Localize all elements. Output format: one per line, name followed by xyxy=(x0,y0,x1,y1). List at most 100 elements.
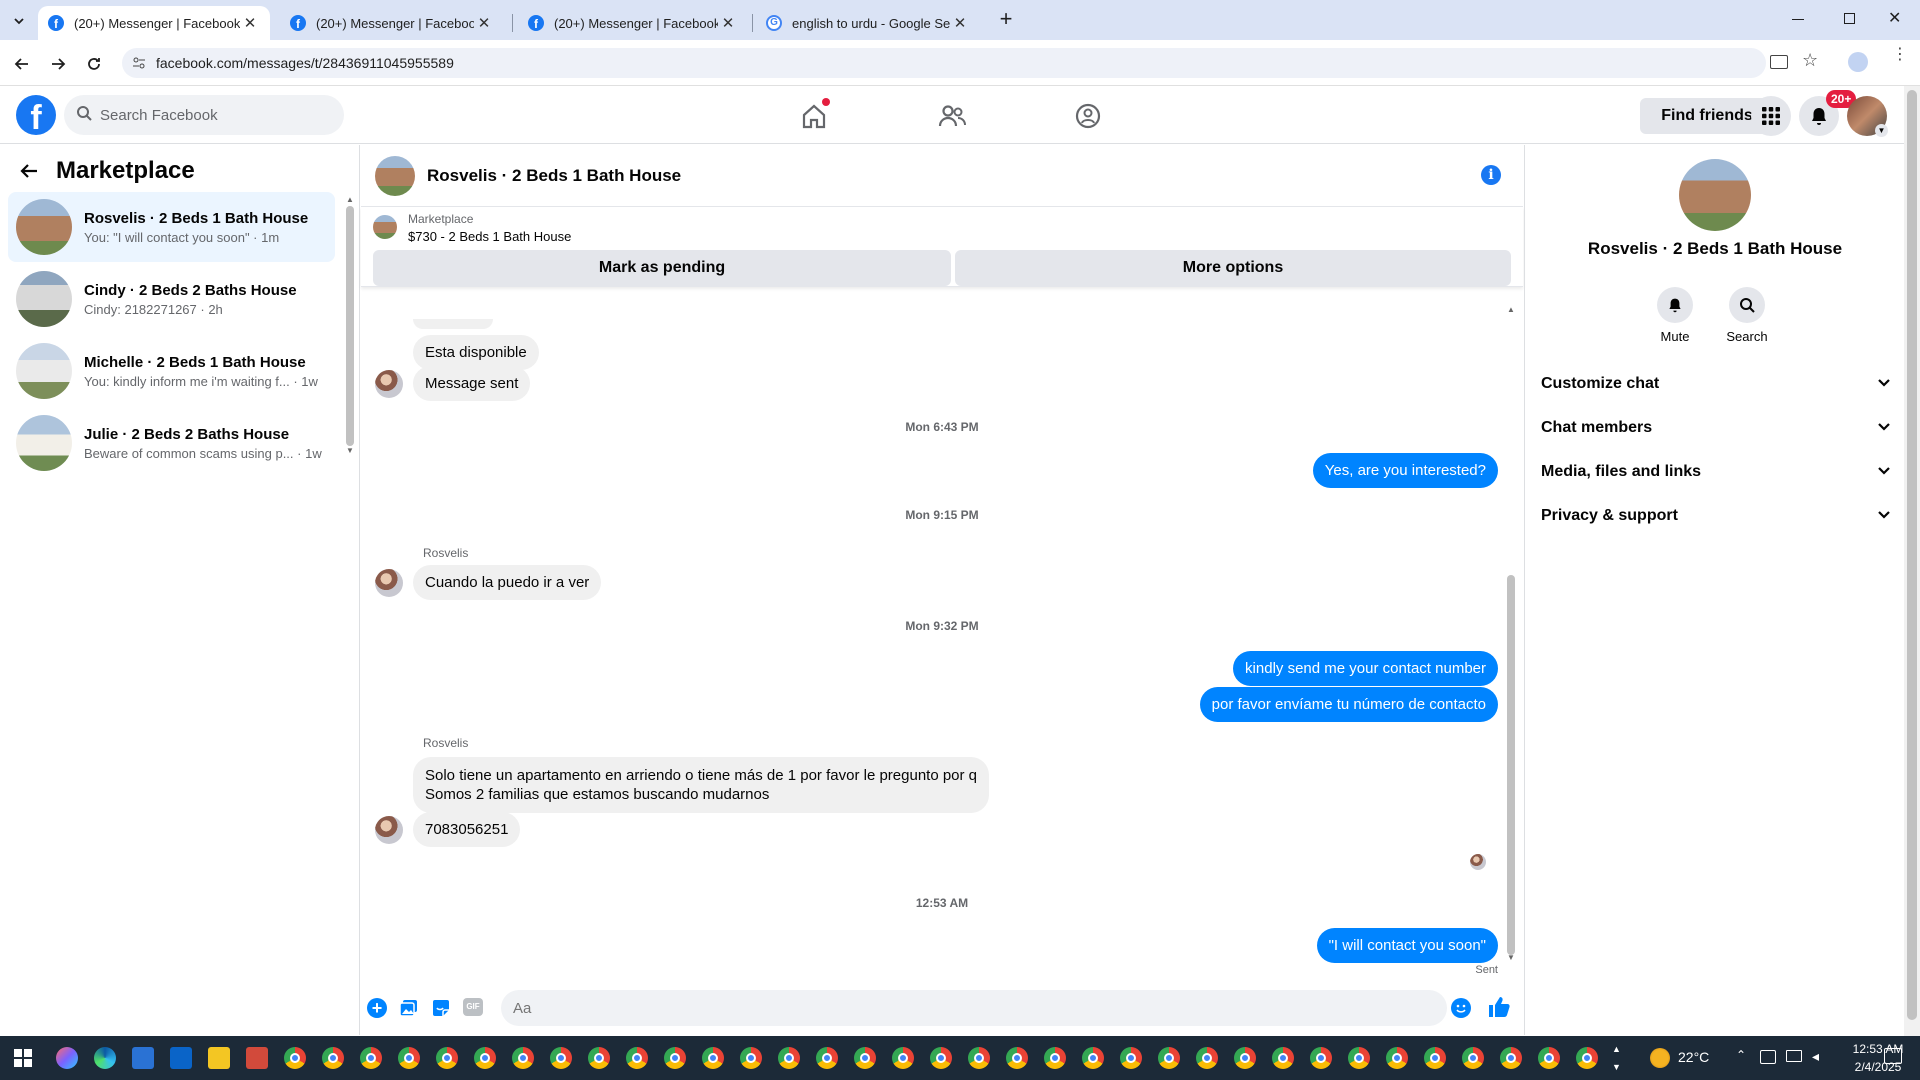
emoji-icon[interactable] xyxy=(1451,998,1471,1018)
chrome-taskbar-icon[interactable] xyxy=(892,1047,914,1069)
listing-profile-picture[interactable] xyxy=(1679,159,1751,231)
facebook-logo[interactable]: f xyxy=(16,95,56,135)
display-icon[interactable] xyxy=(1786,1050,1802,1062)
message-bubble-incoming-multiline[interactable]: Solo tiene un apartamento en arriendo o … xyxy=(413,757,990,813)
conversation-item-michelle[interactable]: Michelle · 2 Beds 1 Bath House You: kind… xyxy=(8,336,335,406)
sender-avatar[interactable] xyxy=(375,569,403,597)
chrome-taskbar-icon[interactable] xyxy=(1386,1047,1408,1069)
chrome-taskbar-icon[interactable] xyxy=(968,1047,990,1069)
outlook-icon[interactable] xyxy=(170,1047,192,1069)
chat-title[interactable]: Rosvelis · 2 Beds 1 Bath House xyxy=(427,166,681,186)
gif-icon[interactable]: GIF xyxy=(463,998,483,1016)
chrome-taskbar-icon[interactable] xyxy=(1272,1047,1294,1069)
message-bubble-outgoing[interactable]: Yes, are you interested? xyxy=(1312,453,1498,488)
listing-price-title[interactable]: $730 - 2 Beds 1 Bath House xyxy=(408,229,571,244)
chrome-taskbar-icon[interactable] xyxy=(284,1047,306,1069)
install-app-icon[interactable] xyxy=(1770,55,1788,69)
message-bubble-outgoing[interactable]: por favor envíame tu número de contacto xyxy=(1199,687,1498,722)
network-icon[interactable] xyxy=(1760,1050,1776,1064)
app-icon[interactable] xyxy=(246,1047,268,1069)
chrome-taskbar-icon[interactable] xyxy=(550,1047,572,1069)
groups-icon[interactable] xyxy=(1072,100,1104,132)
chrome-taskbar-icon[interactable] xyxy=(1424,1047,1446,1069)
chrome-taskbar-icon[interactable] xyxy=(740,1047,762,1069)
conversation-item-cindy[interactable]: Cindy · 2 Beds 2 Baths House Cindy: 2182… xyxy=(8,264,335,334)
file-explorer-icon[interactable] xyxy=(208,1047,230,1069)
edge-icon[interactable] xyxy=(94,1047,116,1069)
chrome-taskbar-icon[interactable] xyxy=(512,1047,534,1069)
chrome-taskbar-icon[interactable] xyxy=(436,1047,458,1069)
taskbar-overflow-chevron-icon[interactable]: ▲ ▼ xyxy=(1612,1040,1621,1076)
browser-tab[interactable]: f (20+) Messenger | Facebook ✕ xyxy=(38,6,270,40)
privacy-support-section[interactable]: Privacy & support xyxy=(1541,494,1891,538)
sender-avatar[interactable] xyxy=(375,816,403,844)
home-icon[interactable] xyxy=(798,98,830,132)
chrome-taskbar-icon[interactable] xyxy=(474,1047,496,1069)
attach-photo-icon[interactable] xyxy=(399,998,419,1023)
conversation-info-icon[interactable]: i xyxy=(1481,165,1501,185)
system-tray-chevron-icon[interactable]: ⌃ xyxy=(1736,1048,1746,1062)
mark-as-pending-button[interactable]: Mark as pending xyxy=(373,250,951,286)
start-button-icon[interactable] xyxy=(14,1049,32,1067)
chrome-taskbar-icon[interactable] xyxy=(1006,1047,1028,1069)
chrome-taskbar-icon[interactable] xyxy=(1500,1047,1522,1069)
tab-search-dropdown[interactable] xyxy=(8,10,30,32)
address-bar[interactable]: facebook.com/messages/t/2843691104595558… xyxy=(122,48,1766,78)
message-bubble-incoming[interactable]: Cuando la puedo ir a ver xyxy=(413,565,602,600)
back-icon[interactable] xyxy=(8,50,36,78)
customize-chat-section[interactable]: Customize chat xyxy=(1541,362,1891,406)
message-bubble-outgoing[interactable]: kindly send me your contact number xyxy=(1233,651,1498,686)
browser-tab[interactable]: G english to urdu - Google Search ✕ xyxy=(756,6,980,40)
thumbs-up-icon[interactable] xyxy=(1487,995,1511,1024)
chrome-taskbar-icon[interactable] xyxy=(702,1047,724,1069)
chrome-taskbar-icon[interactable] xyxy=(664,1047,686,1069)
sticker-icon[interactable] xyxy=(431,998,451,1023)
message-bubble-incoming[interactable]: Message sent xyxy=(413,366,531,401)
back-arrow-icon[interactable] xyxy=(20,163,38,184)
chrome-taskbar-icon[interactable] xyxy=(1576,1047,1598,1069)
weather-icon[interactable] xyxy=(1650,1048,1670,1068)
close-window-icon[interactable]: ✕ xyxy=(1888,8,1901,28)
browser-menu-icon[interactable]: ⋮ xyxy=(1892,47,1908,63)
friends-icon[interactable] xyxy=(936,100,968,132)
menu-grid-icon[interactable] xyxy=(1751,96,1791,136)
chrome-taskbar-icon[interactable] xyxy=(1538,1047,1560,1069)
chrome-taskbar-icon[interactable] xyxy=(1234,1047,1256,1069)
more-options-button[interactable]: More options xyxy=(955,250,1511,286)
chat-scrollbar[interactable]: ▲ ▼ xyxy=(1506,305,1516,965)
search-in-conversation-button[interactable]: Search xyxy=(1712,287,1782,344)
message-input[interactable] xyxy=(501,990,1447,1026)
account-avatar[interactable]: ▼ xyxy=(1847,96,1888,137)
restore-window-icon[interactable] xyxy=(1844,13,1855,24)
chrome-taskbar-icon[interactable] xyxy=(1196,1047,1218,1069)
chrome-taskbar-icon[interactable] xyxy=(398,1047,420,1069)
message-bubble-outgoing[interactable]: "I will contact you soon" xyxy=(1316,928,1498,963)
close-tab-icon[interactable]: ✕ xyxy=(474,14,494,32)
chrome-taskbar-icon[interactable] xyxy=(1120,1047,1142,1069)
chrome-taskbar-icon[interactable] xyxy=(816,1047,838,1069)
facebook-search-input[interactable]: Search Facebook xyxy=(64,95,344,135)
mute-button[interactable]: Mute xyxy=(1640,287,1710,344)
browser-tab[interactable]: f (20+) Messenger | Facebook ✕ xyxy=(518,6,748,40)
message-bubble-incoming[interactable]: 7083056251 xyxy=(413,812,521,847)
chrome-taskbar-icon[interactable] xyxy=(1044,1047,1066,1069)
browser-tab[interactable]: f (20+) Messenger | Facebook ✕ xyxy=(280,6,504,40)
sender-avatar[interactable] xyxy=(375,370,403,398)
conversation-list-scrollbar[interactable]: ▲ ▼ xyxy=(346,195,354,465)
chrome-taskbar-icon[interactable] xyxy=(1082,1047,1104,1069)
chrome-taskbar-icon[interactable] xyxy=(930,1047,952,1069)
close-tab-icon[interactable]: ✕ xyxy=(718,14,738,32)
chrome-taskbar-icon[interactable] xyxy=(1310,1047,1332,1069)
chrome-taskbar-icon[interactable] xyxy=(626,1047,648,1069)
reload-icon[interactable] xyxy=(80,50,108,78)
chrome-taskbar-icon[interactable] xyxy=(360,1047,382,1069)
minimize-window-icon[interactable] xyxy=(1792,19,1804,20)
chrome-taskbar-icon[interactable] xyxy=(854,1047,876,1069)
chrome-taskbar-icon[interactable] xyxy=(322,1047,344,1069)
more-actions-plus-icon[interactable]: + xyxy=(367,998,387,1018)
media-files-links-section[interactable]: Media, files and links xyxy=(1541,450,1891,494)
weather-temperature[interactable]: 22°C xyxy=(1678,1049,1709,1065)
chrome-taskbar-icon[interactable] xyxy=(1348,1047,1370,1069)
chrome-taskbar-icon[interactable] xyxy=(1158,1047,1180,1069)
chrome-taskbar-icon[interactable] xyxy=(1462,1047,1484,1069)
